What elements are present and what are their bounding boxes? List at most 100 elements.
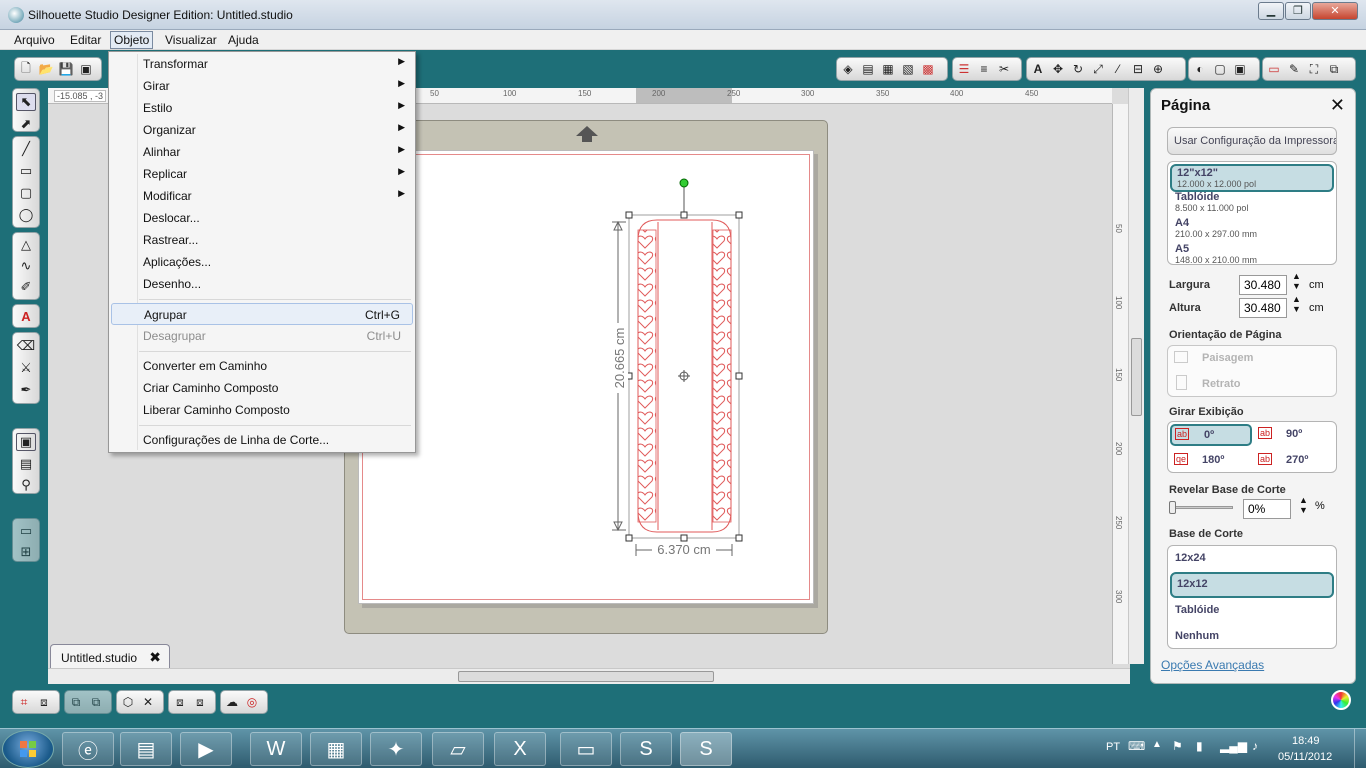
menu-arquivo[interactable]: Arquivo bbox=[11, 32, 58, 48]
width-field[interactable] bbox=[1239, 275, 1287, 295]
mat-12x24[interactable]: 12x24 bbox=[1170, 549, 1334, 571]
select-all-icon[interactable]: ⌗ bbox=[15, 693, 33, 711]
maximize-button[interactable]: ❐ bbox=[1285, 2, 1311, 20]
color-wheel-icon[interactable] bbox=[1331, 690, 1351, 710]
offset-icon[interactable]: ◎ bbox=[243, 693, 261, 711]
page-size-tabloide[interactable]: Tablóide 8.500 x 11.000 pol bbox=[1170, 190, 1334, 214]
pattern-icon[interactable]: ▦ bbox=[879, 60, 897, 78]
group-icon[interactable]: ⬡ bbox=[119, 693, 137, 711]
menu-item-girar[interactable]: Girar ▶ bbox=[111, 75, 413, 97]
menu-item-configuracoes-linha-corte[interactable]: Configurações de Linha de Corte... bbox=[111, 429, 413, 451]
page-setup-icon[interactable]: ▭ bbox=[1265, 60, 1283, 78]
menu-item-aplicacoes[interactable]: Aplicações... bbox=[111, 251, 413, 273]
rotate-270-option[interactable]: ab 270º bbox=[1256, 452, 1332, 472]
menu-item-agrupar[interactable]: Agrupar Ctrl+G bbox=[111, 303, 413, 325]
rectangle-tool-icon[interactable]: ▭ bbox=[16, 163, 36, 180]
menu-visualizar[interactable]: Visualizar bbox=[162, 32, 220, 48]
flag-icon[interactable]: ⚑ bbox=[1172, 739, 1183, 753]
language-indicator[interactable]: PT bbox=[1106, 741, 1120, 753]
shear-icon[interactable]: ⁄ bbox=[1109, 60, 1127, 78]
menu-item-modificar[interactable]: Modificar ▶ bbox=[111, 185, 413, 207]
knife-tool-icon[interactable]: ⚔ bbox=[16, 359, 36, 376]
rotate-0-option[interactable]: ab 0º bbox=[1170, 424, 1252, 446]
menu-item-estilo[interactable]: Estilo ▶ bbox=[111, 97, 413, 119]
send-to-cutter-icon[interactable]: ⧉ bbox=[1325, 60, 1343, 78]
replicate-icon[interactable]: ⊕ bbox=[1149, 60, 1167, 78]
menu-item-organizar[interactable]: Organizar ▶ bbox=[111, 119, 413, 141]
gradient-icon[interactable]: ▤ bbox=[859, 60, 877, 78]
menu-item-rastrear[interactable]: Rastrear... bbox=[111, 229, 413, 251]
reveal-slider-track[interactable] bbox=[1173, 506, 1233, 509]
vertical-scroll-thumb[interactable] bbox=[1131, 338, 1142, 416]
taskbar-calculator-icon[interactable]: ▦ bbox=[310, 732, 362, 766]
taskbar-word-icon[interactable]: W bbox=[250, 732, 302, 766]
taskbar-media-player-icon[interactable]: ▶ bbox=[180, 732, 232, 766]
use-printer-settings-button[interactable]: Usar Configuração da Impressora bbox=[1167, 127, 1337, 155]
power-icon[interactable]: ▮ bbox=[1196, 739, 1203, 753]
rounded-rect-tool-icon[interactable]: ▢ bbox=[16, 185, 36, 202]
store-icon[interactable]: ◐ bbox=[1191, 60, 1209, 78]
book-icon[interactable]: ▤ bbox=[16, 456, 36, 472]
move-icon[interactable]: ✥ bbox=[1049, 60, 1067, 78]
text-tool-icon[interactable]: A bbox=[16, 309, 36, 324]
page-size-a4[interactable]: A4 210.00 x 297.00 mm bbox=[1170, 216, 1334, 240]
taskbar-notes-icon[interactable]: ▱ bbox=[432, 732, 484, 766]
open-file-icon[interactable]: 📂 bbox=[37, 60, 55, 78]
taskbar-window-icon[interactable]: ▭ bbox=[560, 732, 612, 766]
menu-item-liberar-caminho-composto[interactable]: Liberar Caminho Composto bbox=[111, 399, 413, 421]
mat-nenhum[interactable]: Nenhum bbox=[1170, 627, 1334, 648]
page-size-list[interactable]: 12"x12" 12.000 x 12.000 pol Tablóide 8.5… bbox=[1167, 161, 1337, 265]
orientation-landscape[interactable]: Paisagem bbox=[1202, 352, 1253, 364]
send-backward-icon[interactable]: ⧈ bbox=[191, 693, 209, 711]
taskbar-spider-icon[interactable]: ✦ bbox=[370, 732, 422, 766]
height-field[interactable] bbox=[1239, 298, 1287, 318]
line-style-icon[interactable]: ▩ bbox=[919, 60, 937, 78]
start-button[interactable] bbox=[2, 730, 54, 768]
volume-icon[interactable]: ♪ bbox=[1252, 739, 1258, 753]
tray-expand-icon[interactable]: ▲ bbox=[1152, 739, 1162, 750]
page-size-a5[interactable]: A5 148.00 x 210.00 mm bbox=[1170, 242, 1334, 264]
line-color-icon[interactable]: ▧ bbox=[899, 60, 917, 78]
text-style-icon[interactable]: A bbox=[1029, 60, 1047, 78]
close-window-button[interactable]: ✕ bbox=[1312, 2, 1358, 20]
page-size-12x12[interactable]: 12"x12" 12.000 x 12.000 pol bbox=[1170, 164, 1334, 192]
reveal-stepper-icon[interactable]: ▲ ▼ bbox=[1299, 495, 1308, 515]
horizontal-scroll-thumb[interactable] bbox=[458, 671, 714, 682]
minimize-button[interactable]: ▁ bbox=[1258, 2, 1284, 20]
taskbar-silhouette-icon[interactable]: S bbox=[680, 732, 732, 766]
height-stepper-icon[interactable]: ▲ ▼ bbox=[1292, 294, 1301, 314]
rotate-90-option[interactable]: ab 90º bbox=[1256, 426, 1332, 446]
menu-item-alinhar[interactable]: Alinhar ▶ bbox=[111, 141, 413, 163]
menu-ajuda[interactable]: Ajuda bbox=[225, 32, 262, 48]
layout-grid-icon[interactable]: ⊞ bbox=[16, 544, 36, 560]
line-dash-icon[interactable]: ≡ bbox=[975, 60, 993, 78]
library-view-icon[interactable]: ▢ bbox=[1211, 60, 1229, 78]
vertical-scrollbar[interactable] bbox=[1128, 88, 1144, 664]
orientation-portrait[interactable]: Retrato bbox=[1202, 378, 1241, 390]
new-file-icon[interactable]: 🗋 bbox=[17, 60, 35, 78]
line-width-icon[interactable]: ☰ bbox=[955, 60, 973, 78]
mat-tabloide[interactable]: Tablóide bbox=[1170, 601, 1334, 623]
clock-time[interactable]: 18:49 bbox=[1292, 735, 1320, 747]
menu-item-deslocar[interactable]: Deslocar... bbox=[111, 207, 413, 229]
tab-close-icon[interactable]: ✖ bbox=[149, 649, 161, 666]
horizontal-scrollbar[interactable] bbox=[48, 668, 1130, 684]
cut-style-icon[interactable]: ✂ bbox=[995, 60, 1013, 78]
keyboard-icon[interactable]: ⌨ bbox=[1128, 739, 1145, 753]
menu-item-desagrupar[interactable]: Desagrupar Ctrl+U bbox=[111, 325, 413, 347]
menu-objeto[interactable]: Objeto bbox=[110, 31, 154, 49]
clock-date[interactable]: 05/11/2012 bbox=[1278, 751, 1332, 763]
reveal-slider-thumb[interactable] bbox=[1169, 501, 1176, 514]
paste-front-icon[interactable]: ⧉ bbox=[87, 693, 105, 711]
menu-item-criar-caminho-composto[interactable]: Criar Caminho Composto bbox=[111, 377, 413, 399]
width-stepper-icon[interactable]: ▲ ▼ bbox=[1292, 271, 1301, 291]
taskbar-skype-icon[interactable]: S bbox=[620, 732, 672, 766]
bring-forward-icon[interactable]: ⧈ bbox=[171, 693, 189, 711]
zoom-fit-icon[interactable]: ⛶ bbox=[1305, 60, 1323, 78]
library-icon[interactable]: ▣ bbox=[77, 60, 95, 78]
scale-icon[interactable]: ⤢ bbox=[1089, 60, 1107, 78]
page-view-icon[interactable]: ▣ bbox=[16, 433, 36, 451]
taskbar-ie-icon[interactable]: ⓔ bbox=[62, 732, 114, 766]
eyedropper-tool-icon[interactable]: ✒ bbox=[16, 382, 36, 399]
delete-icon[interactable]: ✕ bbox=[139, 693, 157, 711]
